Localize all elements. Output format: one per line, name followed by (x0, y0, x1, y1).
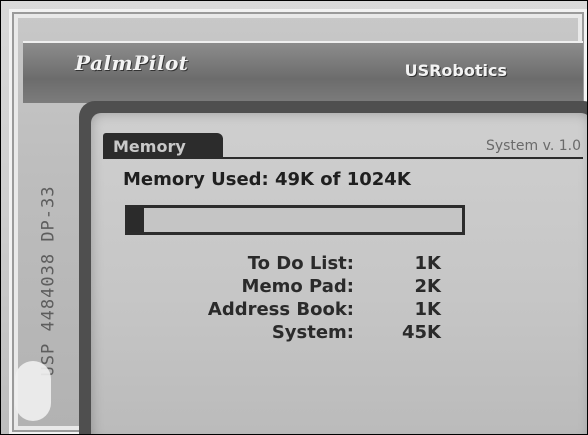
usage-value: 1K (414, 253, 441, 274)
usage-row-todo: To Do List: 1K (91, 253, 587, 277)
app-title-tab[interactable]: Memory (103, 133, 223, 159)
cover-side-text: USP 4484038 DP-33 (38, 185, 59, 377)
usrobotics-logo: USRobotics (404, 61, 507, 80)
photo-frame: PalmPilot USRobotics USP 4484038 DP-33 M… (0, 0, 588, 435)
memory-used-text: Memory Used: 49K of 1024K (123, 169, 411, 190)
sticker-decal (15, 361, 51, 421)
usage-row-memo: Memo Pad: 2K (91, 276, 587, 300)
usage-row-system: System: 45K (91, 322, 587, 346)
app-title: Memory (113, 136, 186, 156)
title-underline (103, 157, 583, 159)
memory-usage-fill (128, 208, 144, 232)
usage-label: Address Book: (207, 299, 354, 320)
usage-label: System: (271, 322, 354, 343)
palmpilot-logo: PalmPilot (75, 51, 189, 75)
usage-value: 2K (414, 276, 441, 297)
usage-label: Memo Pad: (241, 276, 354, 297)
system-version-label: System v. 1.0 (485, 138, 581, 154)
usage-value: 1K (414, 299, 441, 320)
usage-row-address: Address Book: 1K (91, 299, 587, 323)
lcd-screen[interactable]: Memory System v. 1.0 Memory Used: 49K of… (91, 113, 587, 434)
usage-label: To Do List: (247, 253, 354, 274)
usage-value: 45K (402, 322, 441, 343)
memory-usage-bar (125, 205, 465, 235)
